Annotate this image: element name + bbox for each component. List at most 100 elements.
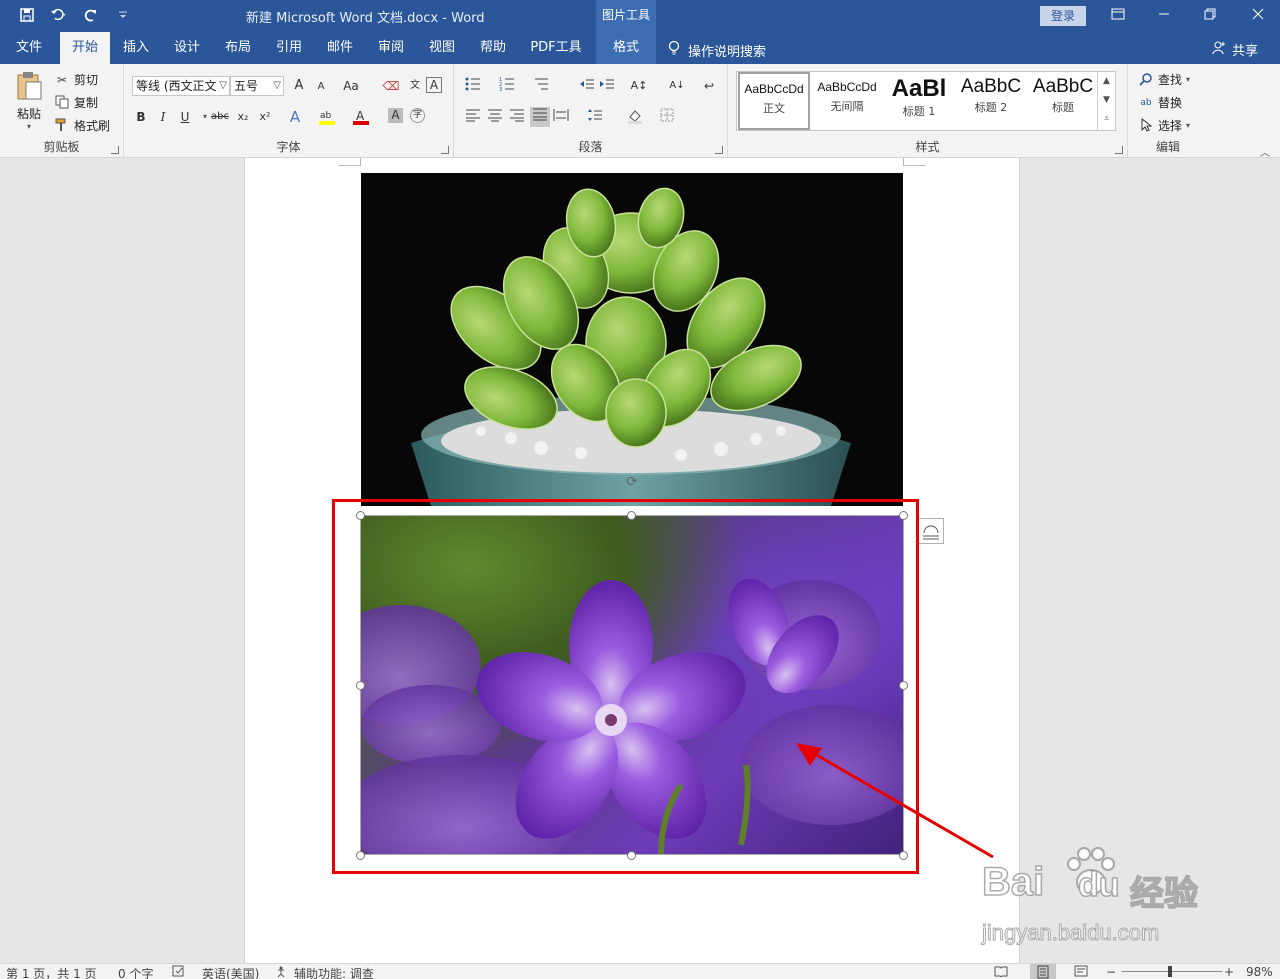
- phonetic-guide-icon[interactable]: 文: [406, 77, 424, 95]
- chinese-layout-icon[interactable]: A↕: [630, 77, 648, 95]
- style-title[interactable]: AaBbC 标题: [1027, 72, 1099, 130]
- ribbon-display-options-icon[interactable]: [1108, 6, 1128, 26]
- shrink-font-icon[interactable]: A: [312, 78, 330, 96]
- strikethrough-button[interactable]: abc: [208, 108, 232, 126]
- highlight-icon[interactable]: ab: [318, 108, 336, 126]
- tab-review[interactable]: 审阅: [367, 32, 415, 64]
- accessibility-checker[interactable]: 辅助功能: 调查: [276, 965, 374, 979]
- font-color-icon[interactable]: A: [352, 108, 370, 126]
- undo-icon[interactable]: [50, 6, 68, 24]
- tell-me-search[interactable]: 操作说明搜索: [668, 40, 766, 60]
- italic-button[interactable]: I: [154, 108, 172, 126]
- tab-design[interactable]: 设计: [163, 32, 211, 64]
- borders-icon[interactable]: [658, 108, 676, 126]
- text-effects-icon[interactable]: A: [286, 108, 304, 126]
- tab-help[interactable]: 帮助: [469, 32, 517, 64]
- word-count[interactable]: 0 个字: [118, 965, 153, 979]
- numbering-icon[interactable]: 123: [498, 77, 516, 95]
- align-center-icon[interactable]: [486, 108, 504, 126]
- page-count[interactable]: 第 1 页，共 1 页: [6, 965, 97, 979]
- title-bar: 新建 Microsoft Word 文档.docx - Word 图片工具 登录: [0, 0, 1280, 32]
- styles-launcher-icon[interactable]: [1115, 146, 1123, 154]
- style-heading-1[interactable]: AaBl 标题 1: [883, 72, 955, 130]
- style-normal[interactable]: AaBbCcDd 正文: [738, 72, 810, 130]
- grow-font-icon[interactable]: A: [290, 77, 308, 95]
- picture-tools-label: 图片工具: [596, 0, 656, 32]
- layout-options-icon[interactable]: [918, 518, 944, 544]
- tab-file[interactable]: 文件: [4, 32, 54, 64]
- decrease-indent-icon[interactable]: [578, 77, 596, 95]
- style-heading-2[interactable]: AaBbC 标题 2: [955, 72, 1027, 130]
- tab-home[interactable]: 开始: [60, 32, 110, 64]
- style-name: 标题 2: [974, 101, 1008, 114]
- multilevel-list-icon[interactable]: [532, 77, 550, 95]
- print-layout-icon[interactable]: [1030, 964, 1056, 979]
- superscript-button[interactable]: x²: [256, 108, 274, 126]
- paragraph-launcher-icon[interactable]: [715, 146, 723, 154]
- zoom-slider[interactable]: [1122, 971, 1222, 972]
- increase-indent-icon[interactable]: [598, 77, 616, 95]
- proofing-icon[interactable]: [172, 965, 186, 979]
- justify-icon[interactable]: [530, 107, 550, 127]
- minimize-icon[interactable]: [1154, 6, 1174, 26]
- tab-references[interactable]: 引用: [265, 32, 313, 64]
- customize-icon[interactable]: [114, 6, 132, 24]
- paste-button[interactable]: 粘贴 ▾: [12, 70, 46, 136]
- close-icon[interactable]: [1248, 6, 1268, 26]
- succulent-image[interactable]: [361, 173, 903, 506]
- tab-view[interactable]: 视图: [418, 32, 466, 64]
- find-button[interactable]: 查找 ▾: [1138, 71, 1190, 88]
- more-styles-icon[interactable]: ⩡: [1098, 110, 1115, 129]
- login-button[interactable]: 登录: [1040, 6, 1086, 26]
- tab-layout[interactable]: 布局: [214, 32, 262, 64]
- chevron-down-icon[interactable]: ▼: [1098, 91, 1115, 110]
- font-name-combo[interactable]: 等线 (西文正文 ▽: [132, 76, 230, 96]
- redo-icon[interactable]: [82, 6, 100, 24]
- underline-button[interactable]: U: [176, 108, 194, 126]
- clipboard-launcher-icon[interactable]: [111, 146, 119, 154]
- line-spacing-icon[interactable]: [586, 108, 604, 126]
- share-button[interactable]: 共享: [1212, 40, 1258, 59]
- copy-label: 复制: [74, 96, 99, 110]
- subscript-button[interactable]: x₂: [234, 108, 252, 126]
- font-launcher-icon[interactable]: [441, 146, 449, 154]
- cut-button[interactable]: ✂ 剪切: [54, 71, 98, 88]
- style-sample: AaBl: [891, 75, 947, 102]
- distributed-icon[interactable]: [552, 108, 570, 126]
- collapse-ribbon-icon[interactable]: ︿: [1260, 144, 1270, 159]
- character-border-icon[interactable]: A: [426, 77, 442, 93]
- show-marks-icon[interactable]: ↩: [700, 77, 718, 95]
- tab-insert[interactable]: 插入: [112, 32, 160, 64]
- chevron-up-icon[interactable]: ▲: [1098, 72, 1115, 91]
- bold-button[interactable]: B: [132, 108, 150, 126]
- language-indicator[interactable]: 英语(美国): [202, 965, 259, 979]
- ribbon-tab-bar: 文件 开始 插入 设计 布局 引用 邮件 审阅 视图 帮助 PDF工具 格式 操…: [0, 32, 1280, 64]
- align-right-icon[interactable]: [508, 108, 526, 126]
- clear-formatting-icon[interactable]: ⌫: [382, 77, 400, 95]
- style-no-spacing[interactable]: AaBbCcDd 无间隔: [811, 72, 883, 130]
- zoom-slider-thumb[interactable]: [1168, 966, 1172, 977]
- character-shading-icon[interactable]: A: [388, 108, 403, 123]
- copy-button[interactable]: 复制: [54, 94, 98, 111]
- select-button[interactable]: 选择 ▾: [1138, 117, 1190, 134]
- font-size-combo[interactable]: 五号 ▽: [230, 76, 284, 96]
- save-icon[interactable]: [18, 6, 36, 24]
- change-case-icon[interactable]: Aa: [338, 77, 364, 95]
- rotate-handle-icon[interactable]: ⟳: [624, 474, 640, 490]
- align-left-icon[interactable]: [464, 108, 482, 126]
- format-painter-button[interactable]: 格式刷: [54, 117, 110, 134]
- zoom-in-icon[interactable]: +: [1224, 965, 1234, 979]
- tab-format[interactable]: 格式: [596, 32, 656, 64]
- sort-icon[interactable]: A↓: [668, 77, 686, 95]
- zoom-out-icon[interactable]: −: [1106, 965, 1116, 979]
- restore-icon[interactable]: [1200, 6, 1220, 26]
- shading-icon[interactable]: [626, 108, 644, 126]
- zoom-level[interactable]: 98%: [1246, 965, 1273, 979]
- tab-pdf-tools[interactable]: PDF工具: [520, 32, 592, 64]
- tab-mailings[interactable]: 邮件: [316, 32, 364, 64]
- read-mode-icon[interactable]: [994, 965, 1008, 979]
- web-layout-icon[interactable]: [1074, 965, 1088, 979]
- replace-button[interactable]: ab 替换: [1138, 94, 1182, 111]
- enclose-characters-icon[interactable]: 字: [410, 108, 425, 123]
- bullets-icon[interactable]: [464, 77, 482, 95]
